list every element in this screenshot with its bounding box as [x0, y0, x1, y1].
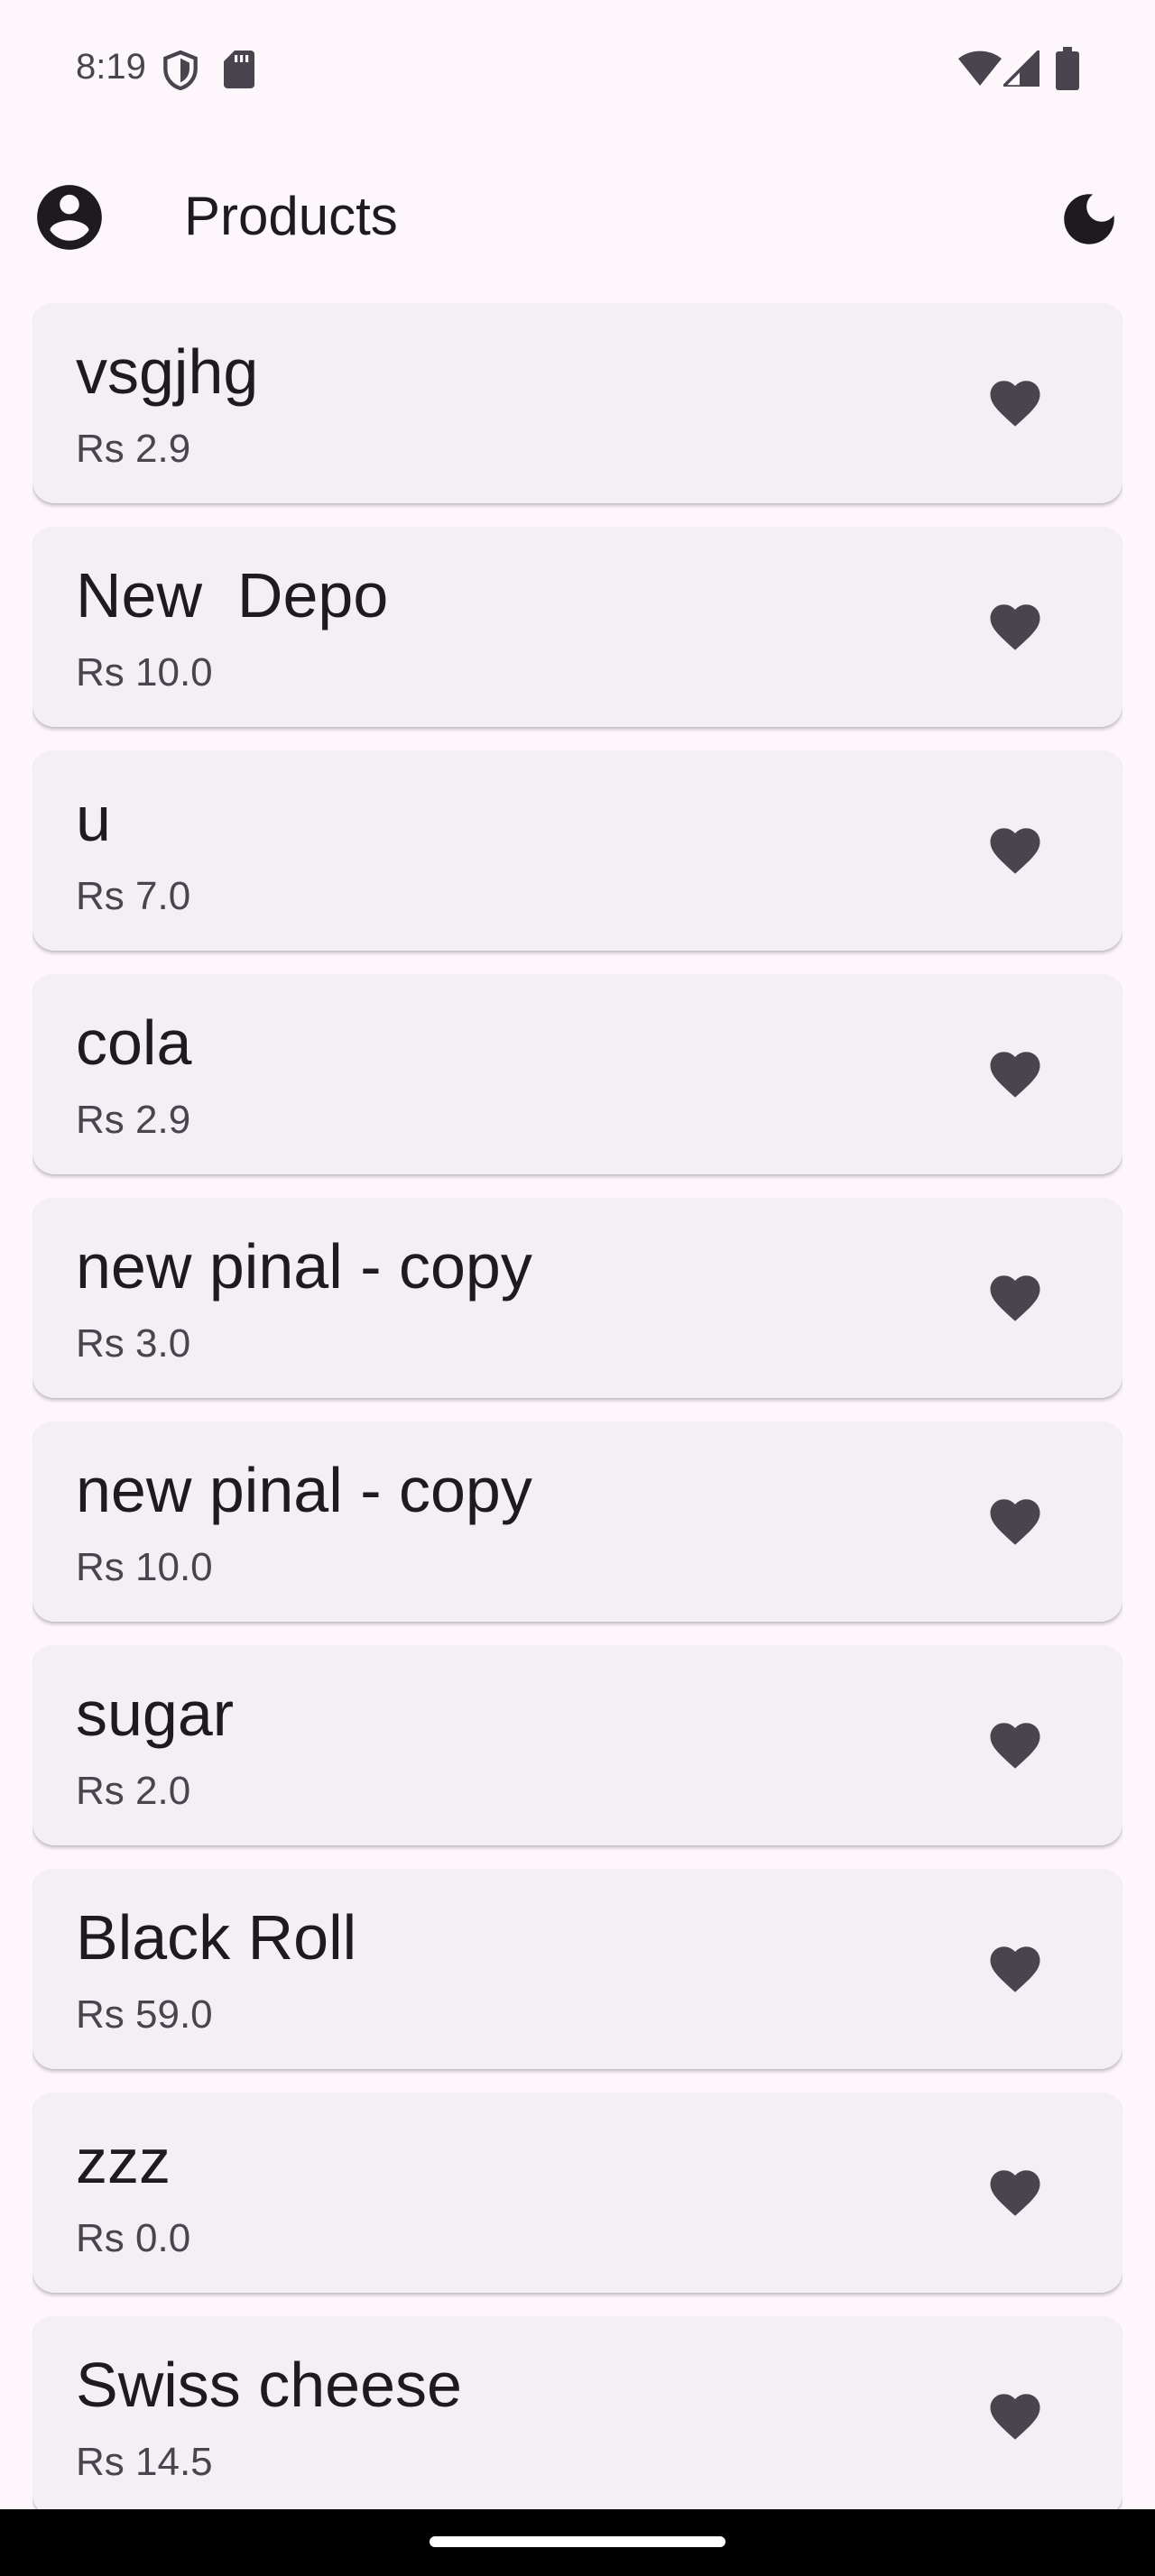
product-price: Rs 2.0	[76, 1769, 191, 1813]
heart-icon[interactable]	[985, 1492, 1045, 1551]
product-name: new pinal - copy	[76, 1455, 532, 1525]
product-card[interactable]: Black Roll Rs 59.0	[32, 1869, 1123, 2069]
product-name: Black Roll	[76, 1902, 357, 1973]
system-navigation-bar	[0, 2509, 1155, 2576]
product-price: Rs 2.9	[76, 427, 191, 471]
dark-mode-moon-icon[interactable]	[1056, 186, 1123, 253]
wifi-icon	[958, 51, 1002, 86]
sd-card-icon	[224, 51, 254, 88]
shield-icon	[163, 51, 198, 90]
heart-icon[interactable]	[985, 373, 1045, 433]
product-price: Rs 3.0	[76, 1321, 191, 1366]
heart-icon[interactable]	[985, 1716, 1045, 1775]
product-card[interactable]: zzz Rs 0.0	[32, 2093, 1123, 2293]
product-card[interactable]: New Depo Rs 10.0	[32, 527, 1123, 727]
product-card[interactable]: new pinal - copy Rs 10.0	[32, 1421, 1123, 1622]
heart-icon[interactable]	[985, 1268, 1045, 1328]
top-app-bar: Products	[0, 141, 1155, 289]
product-name: new pinal - copy	[76, 1231, 532, 1302]
product-card[interactable]: sugar Rs 2.0	[32, 1645, 1123, 1845]
cellular-signal-icon	[1003, 51, 1040, 87]
battery-icon	[1056, 47, 1079, 90]
product-name: sugar	[76, 1679, 235, 1749]
product-price: Rs 14.5	[76, 2440, 213, 2484]
heart-icon[interactable]	[985, 2387, 1045, 2446]
product-card[interactable]: new pinal - copy Rs 3.0	[32, 1198, 1123, 1398]
product-name: zzz	[76, 2126, 171, 2196]
product-price: Rs 10.0	[76, 650, 213, 695]
product-price: Rs 7.0	[76, 874, 191, 918]
product-name: Swiss cheese	[76, 2350, 462, 2420]
product-price: Rs 10.0	[76, 1545, 213, 1589]
account-circle-icon[interactable]	[31, 179, 108, 256]
product-card[interactable]: vsgjhg Rs 2.9	[32, 303, 1123, 503]
product-card[interactable]: cola Rs 2.9	[32, 974, 1123, 1174]
product-price: Rs 0.0	[76, 2216, 191, 2260]
heart-icon[interactable]	[985, 2163, 1045, 2222]
product-name: vsgjhg	[76, 336, 259, 407]
status-time: 8:19	[76, 47, 146, 87]
product-card[interactable]: u Rs 7.0	[32, 750, 1123, 951]
heart-icon[interactable]	[985, 821, 1045, 880]
product-card[interactable]: Swiss cheese Rs 14.5	[32, 2316, 1123, 2509]
product-name: u	[76, 784, 111, 854]
heart-icon[interactable]	[985, 1939, 1045, 1999]
page-title: Products	[184, 186, 398, 246]
home-gesture-handle[interactable]	[430, 2536, 725, 2547]
product-name: New Depo	[76, 560, 389, 630]
heart-icon[interactable]	[985, 1044, 1045, 1104]
product-price: Rs 59.0	[76, 1992, 213, 2037]
heart-icon[interactable]	[985, 597, 1045, 657]
status-bar: 8:19	[0, 0, 1155, 141]
product-name: cola	[76, 1007, 192, 1078]
product-price: Rs 2.9	[76, 1098, 191, 1142]
product-list[interactable]: vsgjhg Rs 2.9 New Depo Rs 10.0 u Rs 7.0 cola Rs…	[32, 303, 1123, 2509]
